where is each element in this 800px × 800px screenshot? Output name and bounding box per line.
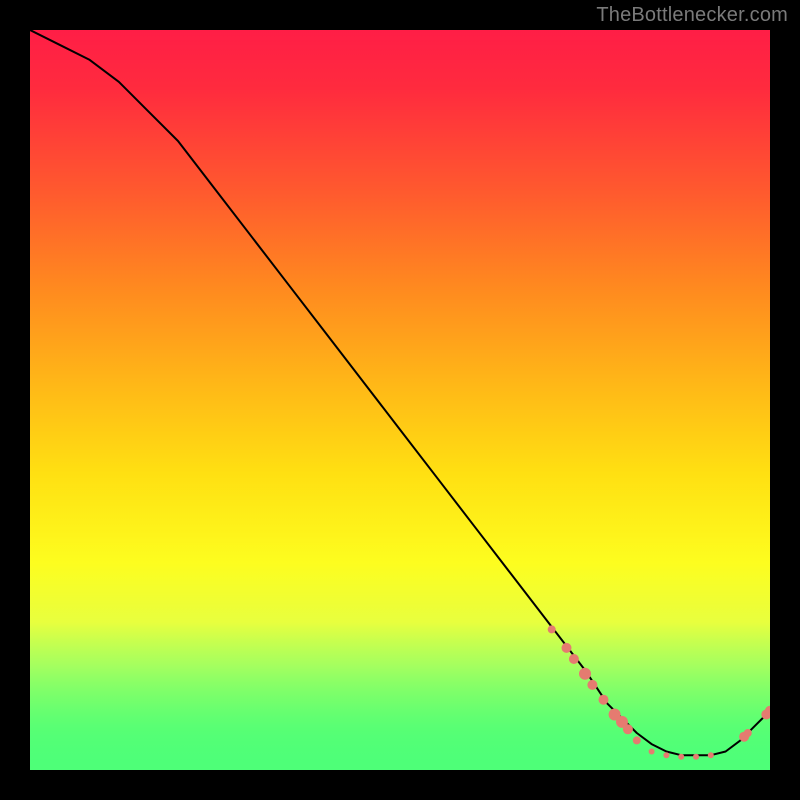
bottleneck-curve (30, 30, 770, 755)
data-points-group (548, 625, 770, 759)
data-point (663, 752, 669, 758)
data-point (587, 680, 597, 690)
data-point (633, 736, 641, 744)
data-point (678, 754, 684, 760)
source-label: TheBottlenecker.com (596, 4, 788, 27)
data-point (623, 724, 633, 734)
data-point (649, 749, 655, 755)
chart-svg (30, 30, 770, 770)
chart-plot-area (30, 30, 770, 770)
data-point (579, 668, 591, 680)
data-point (599, 695, 609, 705)
data-point (562, 643, 572, 653)
data-point (693, 754, 699, 760)
data-point (569, 654, 579, 664)
data-point (548, 625, 556, 633)
data-point (708, 752, 714, 758)
data-point (744, 729, 752, 737)
